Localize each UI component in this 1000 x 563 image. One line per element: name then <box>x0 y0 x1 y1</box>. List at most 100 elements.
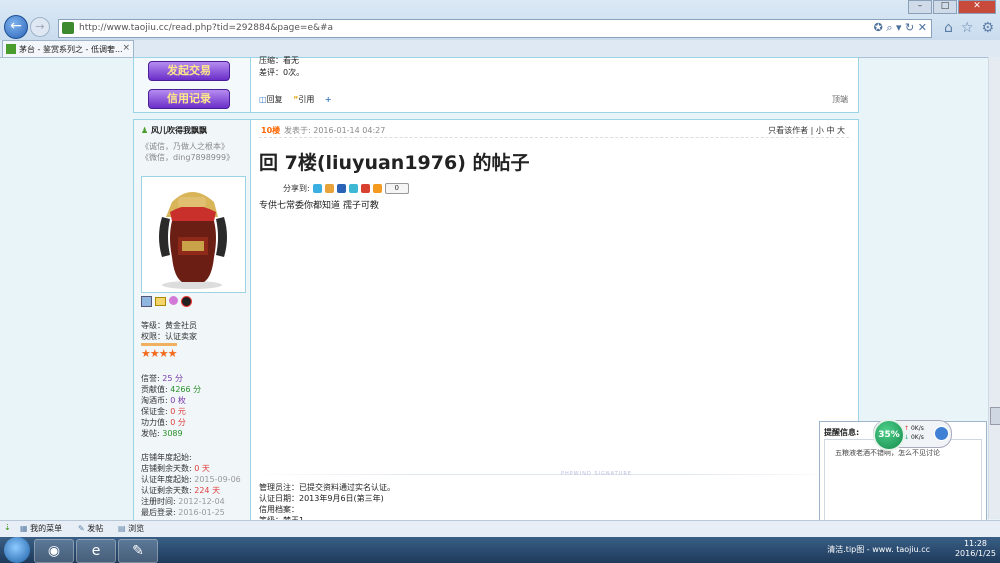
taskbar-paint-icon[interactable]: ✎ <box>118 539 158 563</box>
stat-label: 功力值: <box>141 418 168 427</box>
post-content: 10楼 发表于: 2016-01-14 04:27 只看该作者 | 小 中 大 … <box>251 120 857 525</box>
window-controls: – □ ✕ <box>908 0 996 14</box>
post-body: 专供七常委你都知道 孺子可教 <box>259 201 379 211</box>
vertical-scrollbar[interactable] <box>988 57 1000 519</box>
share-more-icon[interactable] <box>372 184 382 193</box>
taskbar-browser-app-icon[interactable]: ◉ <box>34 539 74 563</box>
menu-icon: ▦ <box>20 524 28 533</box>
start-button[interactable] <box>4 537 30 563</box>
tab-title: 茅台 - 鉴赏系列之 - 低调奢... <box>19 45 123 54</box>
share-bar: 分享到: 0 <box>283 183 409 194</box>
credit-record-button[interactable]: 信用记录 <box>148 89 230 109</box>
floor-number[interactable]: 10楼 <box>261 125 280 136</box>
message-icon[interactable] <box>155 297 166 306</box>
author-rank: 等级：黄金社员 <box>141 321 197 330</box>
address-tools-icon[interactable]: ✪ ⌕ ▾ ↻ ✕ <box>874 21 927 35</box>
author-name[interactable]: ♟ 风儿吹得我飘飘 <box>141 125 207 136</box>
browser-tab[interactable]: 茅台 - 鉴赏系列之 - 低调奢... × <box>2 40 134 57</box>
stat-label: 贡献值: <box>141 385 168 394</box>
upload-arrow-icon: ↑ <box>904 425 910 432</box>
favorites-star-icon[interactable]: ☆ <box>961 20 974 36</box>
share-qzone-icon[interactable] <box>312 184 322 193</box>
start-trade-button[interactable]: 发起交易 <box>148 61 230 81</box>
reply-link[interactable]: 回复 <box>267 95 283 104</box>
stat-row: 最后登录: 2016-01-25 <box>141 507 225 518</box>
stat-row: 淘酒币: 0 枚 <box>141 395 186 406</box>
back-icon[interactable]: ← <box>4 15 28 39</box>
network-speed-widget[interactable]: 35% ↑ 0K/s ↓ 0K/s <box>873 419 952 451</box>
stat-row: 信誉: 25 分 <box>141 373 183 384</box>
stat-value: 0 元 <box>170 407 186 416</box>
home-icon[interactable]: ⌂ <box>944 20 953 36</box>
browser-toolbar-icons: ⌂ ☆ ⚙ <box>944 20 994 36</box>
url-text[interactable]: http://www.taojiu.cc/read.php?tid=292884… <box>79 23 333 33</box>
post-link[interactable]: ✎ 发帖 <box>78 523 103 534</box>
stat-value: 3089 <box>162 429 183 438</box>
author-role: 权限：认证卖家 <box>141 332 197 341</box>
author-sidebar: ♟ 风儿吹得我飘飘 《诚信，乃做人之根本》 《微信，ding7898999》 等… <box>134 120 251 525</box>
stat-row: 注册时间: 2012-12-04 <box>141 496 225 507</box>
close-window-button[interactable]: ✕ <box>958 0 996 14</box>
minimize-button[interactable]: – <box>908 0 932 14</box>
profile-icon[interactable] <box>141 296 152 307</box>
site-favicon-icon <box>62 22 74 34</box>
browser-chrome: – □ ✕ ← → http://www.taojiu.cc/read.php?… <box>0 0 1000 41</box>
stat-label: 认证剩余天数: <box>141 486 192 495</box>
stat-value: 2012-12-04 <box>178 497 225 506</box>
share-renren-icon[interactable] <box>336 184 346 193</box>
previous-post-line: 差评：0次。 <box>259 68 305 77</box>
post-10: ♟ 风儿吹得我飘飘 《诚信，乃做人之根本》 《微信，ding7898999》 等… <box>133 119 859 526</box>
browse-link[interactable]: ▤ 浏览 <box>118 523 144 534</box>
share-weibo-icon[interactable] <box>324 184 334 193</box>
post-icon: ✎ <box>78 524 85 533</box>
stat-value: 0 枚 <box>170 396 186 405</box>
divider <box>259 137 849 139</box>
tab-strip <box>0 40 1000 58</box>
cert-line: 信用档案： <box>259 505 299 514</box>
clock-date: 2016/1/25 <box>954 549 996 558</box>
taskbar-ie-icon[interactable]: e <box>76 539 116 563</box>
maximize-button[interactable]: □ <box>933 0 957 14</box>
windows-taskbar: ◉ e ✎ 清洁.tip图 - www. taojiu.cc 11:28 201… <box>0 537 1000 563</box>
my-menu-link[interactable]: ▦ 我的菜单 <box>20 523 62 534</box>
status-download-icon[interactable]: ⇣ <box>4 523 11 532</box>
speed-percent: 35% <box>873 419 905 451</box>
system-tray[interactable]: 清洁.tip图 - www. taojiu.cc <box>827 544 930 555</box>
stat-row: 店铺剩余天数: 0 天 <box>141 463 210 474</box>
view-options[interactable]: 只看该作者 | 小 中 大 <box>768 125 845 136</box>
gear-icon[interactable]: ⚙ <box>981 20 994 36</box>
address-bar[interactable]: http://www.taojiu.cc/read.php?tid=292884… <box>58 19 932 38</box>
stat-label: 认证年度起始: <box>141 475 192 484</box>
rank-stars-icon: ★★★★ <box>141 347 177 360</box>
add-friend-icon[interactable] <box>169 296 178 305</box>
tab-close-icon[interactable]: × <box>122 43 130 53</box>
previous-post: 发起交易 信用记录 压缩：看无 差评：0次。 ◫回复 “引用 + 顶端 <box>133 56 859 113</box>
user-icon: ♟ <box>141 126 149 135</box>
stat-value: 25 分 <box>162 374 183 383</box>
quote-link[interactable]: 引用 <box>298 95 314 104</box>
taskbar-clock[interactable]: 11:28 2016/1/25 <box>955 539 996 559</box>
tab-favicon-icon <box>6 44 16 54</box>
post-actions: ◫回复 “引用 + <box>259 94 332 105</box>
stat-label: 店铺剩余天数: <box>141 464 192 473</box>
stat-row: 贡献值: 4266 分 <box>141 384 201 395</box>
forward-icon[interactable]: → <box>30 17 50 37</box>
post-title: 回 7楼(liuyuan1976) 的帖子 <box>259 152 530 174</box>
back-to-top-link[interactable]: 顶端 <box>832 94 848 105</box>
stat-label: 保证金: <box>141 407 168 416</box>
stat-label: 店铺年度起始: <box>141 453 192 462</box>
stat-value: 4266 分 <box>170 385 202 394</box>
cert-line: 认证日期：2013年9月6日(第三年) <box>259 494 384 503</box>
stat-label: 最后登录: <box>141 508 176 517</box>
post-date: 发表于: 2016-01-14 04:27 <box>284 126 386 135</box>
author-action-icons <box>141 296 192 307</box>
qq-icon[interactable] <box>181 296 192 307</box>
previous-post-line: 压缩：看无 <box>259 56 299 65</box>
reply-icon: ◫ <box>259 95 267 104</box>
stat-value: 2015-09-06 <box>194 475 241 484</box>
share-tencent-icon[interactable] <box>348 184 358 193</box>
more-plus-icon[interactable]: + <box>325 95 332 104</box>
upload-speed: ↑ 0K/s <box>904 425 924 432</box>
scrollbar-thumb[interactable] <box>990 407 1000 425</box>
share-douban-icon[interactable] <box>360 184 370 193</box>
